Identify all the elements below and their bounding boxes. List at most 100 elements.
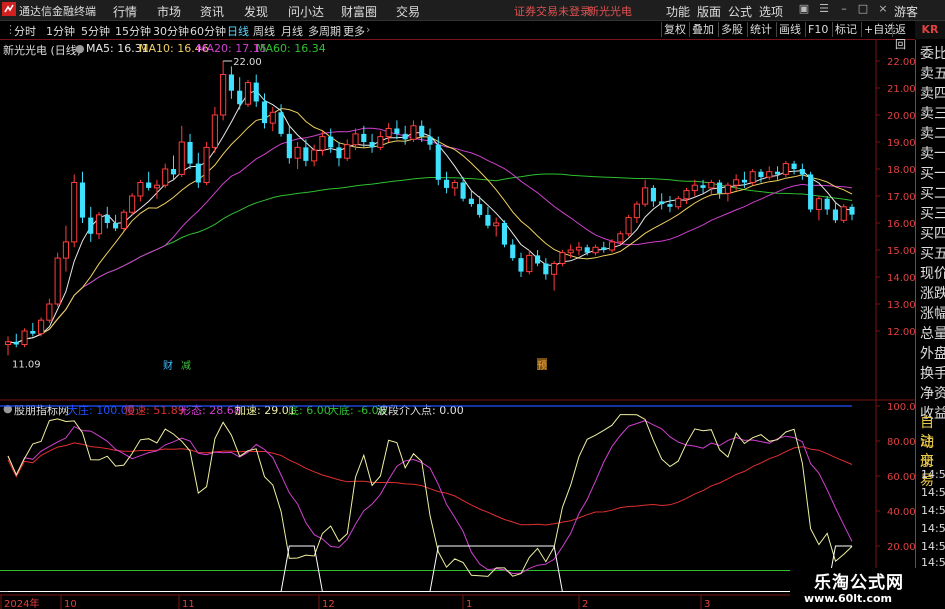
menu-item-options[interactable]: 选项: [759, 3, 783, 20]
overlay-button[interactable]: 叠加: [689, 22, 716, 37]
candle[interactable]: [691, 179, 698, 196]
side-item-volume[interactable]: 总量: [920, 324, 945, 344]
candle[interactable]: [659, 193, 665, 210]
tab-30min[interactable]: 30分钟: [153, 23, 189, 39]
side-item-buy3[interactable]: 买三: [920, 204, 945, 224]
tab-multi-period[interactable]: 多周期: [308, 23, 341, 39]
side-item-buy5[interactable]: 买五: [920, 244, 945, 264]
mark-button[interactable]: 标记: [832, 22, 859, 37]
side-item-price[interactable]: 现价: [920, 264, 945, 284]
candle[interactable]: [113, 214, 119, 232]
candle[interactable]: [708, 179, 715, 196]
window-icon[interactable]: ▣: [797, 2, 811, 16]
marker-reduce[interactable]: 减: [181, 360, 191, 372]
marker-forecast[interactable]: 预: [537, 360, 547, 372]
candle[interactable]: [808, 171, 814, 213]
kr-tab[interactable]: KR: [915, 21, 945, 39]
side-item-buy1[interactable]: 买一: [920, 164, 945, 184]
candle[interactable]: [385, 123, 392, 142]
candle[interactable]: [54, 252, 61, 307]
candle[interactable]: [228, 66, 234, 99]
side-item-weibi[interactable]: 委比: [920, 44, 945, 64]
menu-item-news[interactable]: 资讯: [200, 3, 224, 20]
candle[interactable]: [543, 258, 549, 280]
candle[interactable]: [749, 169, 756, 186]
candle[interactable]: [203, 142, 210, 186]
candle[interactable]: [120, 209, 127, 232]
candle[interactable]: [79, 171, 86, 223]
candle[interactable]: [46, 298, 53, 323]
list-icon[interactable]: ☰: [817, 2, 831, 16]
candle[interactable]: [575, 241, 583, 256]
menu-item-formula[interactable]: 公式: [728, 3, 752, 20]
candle[interactable]: [675, 196, 682, 210]
side-item-sell4[interactable]: 卖四: [920, 84, 945, 104]
side-item-change-pct[interactable]: 涨幅: [920, 304, 945, 324]
side-item-buy4[interactable]: 买四: [920, 224, 945, 244]
candle[interactable]: [146, 171, 152, 191]
candle[interactable]: [4, 336, 12, 356]
candle[interactable]: [824, 196, 830, 215]
candle[interactable]: [526, 250, 533, 275]
candle[interactable]: [815, 196, 822, 221]
tab-5min[interactable]: 5分钟: [81, 23, 110, 39]
side-item-sell5[interactable]: 卖五: [920, 64, 945, 84]
candle[interactable]: [286, 125, 292, 164]
tab-monthly[interactable]: 月线: [281, 23, 303, 39]
candle[interactable]: [269, 106, 276, 132]
minimize-button[interactable]: –: [837, 2, 851, 16]
candle[interactable]: [774, 166, 781, 180]
candle[interactable]: [220, 61, 227, 121]
side-item-sell3[interactable]: 卖三: [920, 104, 945, 124]
candle[interactable]: [178, 125, 185, 178]
candle[interactable]: [104, 206, 110, 229]
candle[interactable]: [71, 174, 78, 248]
candle[interactable]: [30, 322, 36, 337]
menu-item-market-quotes[interactable]: 行情: [113, 3, 137, 20]
candle[interactable]: [766, 166, 773, 180]
menu-item-market[interactable]: 市场: [157, 3, 181, 20]
candle[interactable]: [633, 201, 640, 223]
candle[interactable]: [88, 206, 94, 242]
draw-line-button[interactable]: 画线: [776, 22, 803, 37]
candle[interactable]: [419, 120, 425, 142]
candle[interactable]: [717, 179, 723, 199]
candle[interactable]: [535, 250, 541, 267]
side-item-turnover[interactable]: 换手: [920, 364, 945, 384]
candle[interactable]: [642, 179, 649, 207]
tab-daily[interactable]: 日线: [227, 23, 249, 39]
login-notice[interactable]: 证券交易未登录: [514, 3, 591, 19]
candle[interactable]: [518, 252, 524, 277]
candle[interactable]: [510, 239, 516, 261]
tab-1min[interactable]: 1分钟: [46, 23, 75, 39]
candle[interactable]: [849, 204, 855, 221]
back-button[interactable]: 返回: [892, 22, 915, 51]
chart-canvas[interactable]: 22.00 21.00 20.00 19.00 18.00 17.00 16.00 15.00…: [0, 40, 915, 609]
candle[interactable]: [13, 333, 19, 348]
side-item-sell1[interactable]: 卖一: [920, 144, 945, 164]
candle[interactable]: [211, 106, 218, 153]
candle[interactable]: [336, 142, 342, 167]
candle[interactable]: [394, 120, 400, 140]
marker-finance[interactable]: 财: [163, 359, 173, 372]
candle[interactable]: [799, 163, 805, 180]
tab-60min[interactable]: 60分钟: [190, 23, 226, 39]
f10-button[interactable]: F10: [805, 22, 830, 37]
candle[interactable]: [195, 152, 201, 188]
menu-item-trade[interactable]: 交易: [396, 3, 420, 20]
candle[interactable]: [129, 193, 136, 215]
candle[interactable]: [319, 131, 326, 156]
close-button[interactable]: ×: [876, 2, 890, 16]
candle[interactable]: [683, 187, 690, 205]
menu-item-assistant[interactable]: 问小达: [288, 3, 324, 20]
candle[interactable]: [724, 182, 731, 202]
candle[interactable]: [237, 77, 243, 110]
candle[interactable]: [840, 204, 847, 223]
side-item-sell2[interactable]: 卖二: [920, 124, 945, 144]
candle[interactable]: [244, 79, 252, 107]
candle[interactable]: [443, 171, 450, 194]
candle[interactable]: [402, 125, 408, 145]
tab-15min[interactable]: 15分钟: [115, 23, 151, 39]
candle[interactable]: [741, 171, 747, 188]
adjust-button[interactable]: 复权: [661, 22, 688, 37]
